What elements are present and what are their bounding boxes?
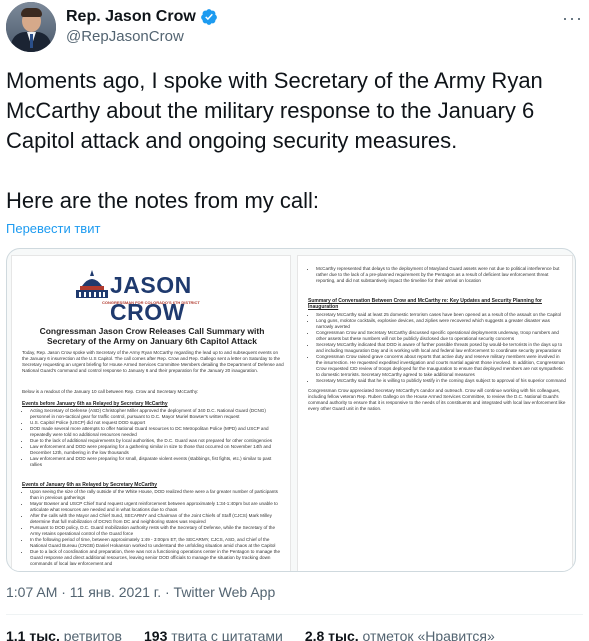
document-closing: Congressman Crow appreciated Secretary M… — [308, 388, 566, 411]
document-title: Congressman Jason Crow Releases Call Sum… — [39, 326, 265, 346]
quotes-label: твита с цитатами — [171, 628, 283, 641]
list-item: In the following period of time, between… — [30, 537, 284, 549]
list-item: Secretary McCarthy said that he is willi… — [316, 378, 566, 384]
logo-subtitle: CONGRESSMAN FOR COLORADO'S 6TH DISTRICT — [102, 300, 200, 305]
more-options-icon[interactable]: ··· — [562, 8, 583, 29]
section-heading: Summary of Conversation Between Crow and… — [308, 298, 542, 310]
list-item: Mayor Bowser and USCP Chief Sund request… — [30, 501, 284, 513]
retweets-stat[interactable]: 1,1 тыс. ретвитов — [6, 628, 122, 641]
section-list: Upon seeing the size of the rally outsid… — [22, 489, 284, 567]
list-item: Due to a lack of coordination and prepar… — [30, 549, 284, 567]
source-app-link[interactable]: Twitter Web App — [174, 584, 276, 600]
retweets-label: ретвитов — [63, 628, 122, 641]
meta-separator: · — [161, 584, 174, 600]
logo-text: JASON CROW — [110, 272, 192, 325]
list-item: Long guns, molotov cocktails, explosive … — [316, 318, 566, 330]
attached-image[interactable]: JASON CROW CONGRESSMAN FOR COLORADO'S 6T… — [6, 248, 576, 572]
tweet-paragraph: Here are the notes from my call: — [6, 188, 320, 213]
tweet-paragraph: Moments ago, I spoke with Secretary of t… — [6, 68, 543, 153]
document-page-left: JASON CROW CONGRESSMAN FOR COLORADO'S 6T… — [11, 255, 291, 571]
retweets-count: 1,1 тыс. — [6, 628, 60, 641]
list-item: Acting Secretary of Defense (ASD) Christ… — [30, 408, 284, 420]
list-item: Law enforcement and DOD were preparing f… — [30, 444, 284, 456]
likes-count: 2,8 тыс. — [304, 628, 359, 641]
list-item: Pursuant to DOD policy, D.C. Guard mobil… — [30, 525, 284, 537]
author-handle[interactable]: @RepJasonCrow — [66, 28, 184, 45]
tweet-meta: 1:07 AM · 11 янв. 2021 г. · Twitter Web … — [6, 584, 275, 600]
list-item: Secretary McCarthy indicated that DOD is… — [316, 342, 566, 354]
section-list: Secretary McCarthy said at least 25 dome… — [308, 312, 566, 384]
author-name-row[interactable]: Rep. Jason Crow — [66, 8, 218, 26]
quotes-stat[interactable]: 193 твита с цитатами — [144, 628, 283, 641]
capitol-dome-icon — [76, 270, 108, 298]
likes-label: отметок «Нравится» — [362, 628, 495, 641]
list-item: McCarthy represented that delays to the … — [316, 266, 566, 284]
list-item: Congressman Crow raised grave concerns a… — [316, 354, 566, 378]
likes-stat[interactable]: 2,8 тыс. отметок «Нравится» — [305, 628, 495, 641]
document-readout: Below is a readout of the January 10 cal… — [22, 389, 199, 394]
list-item: DOD made several more attempts to offer … — [30, 426, 284, 438]
list-item: Upon seeing the size of the rally outsid… — [30, 489, 284, 501]
document-intro: Today, Rep. Jason Crow spoke with Secret… — [22, 350, 284, 373]
list-item: Law enforcement and DOD were preparing f… — [30, 456, 284, 468]
divider — [6, 614, 583, 615]
section-heading: Events before January 6th as Relayed by … — [22, 401, 168, 407]
quotes-count: 193 — [144, 628, 168, 641]
logo: JASON CROW CONGRESSMAN FOR COLORADO'S 6T… — [72, 268, 232, 325]
tweet-timestamp[interactable]: 1:07 AM · 11 янв. 2021 г. — [6, 584, 161, 600]
tweet-stats: 1,1 тыс. ретвитов 193 твита с цитатами 2… — [6, 628, 495, 641]
tweet-text: Moments ago, I spoke with Secretary of t… — [6, 66, 583, 246]
list-item: Congressman Crow and Secretary McCarthy … — [316, 330, 566, 342]
list-item: After the calls with the Mayor and Chief… — [30, 513, 284, 525]
document-page-right: McCarthy represented that delays to the … — [297, 255, 573, 571]
translate-tweet-link[interactable]: Перевести твит — [6, 221, 100, 236]
tweet-header: Rep. Jason Crow @RepJasonCrow ··· — [6, 2, 583, 52]
avatar[interactable] — [6, 2, 56, 52]
section-heading: Events of January 6th as Relayed by Secr… — [22, 482, 158, 488]
section-list: Acting Secretary of Defense (ASD) Christ… — [22, 408, 284, 468]
author-name[interactable]: Rep. Jason Crow — [66, 8, 196, 26]
section-list: McCarthy represented that delays to the … — [308, 266, 566, 284]
verified-badge-icon — [200, 9, 217, 25]
